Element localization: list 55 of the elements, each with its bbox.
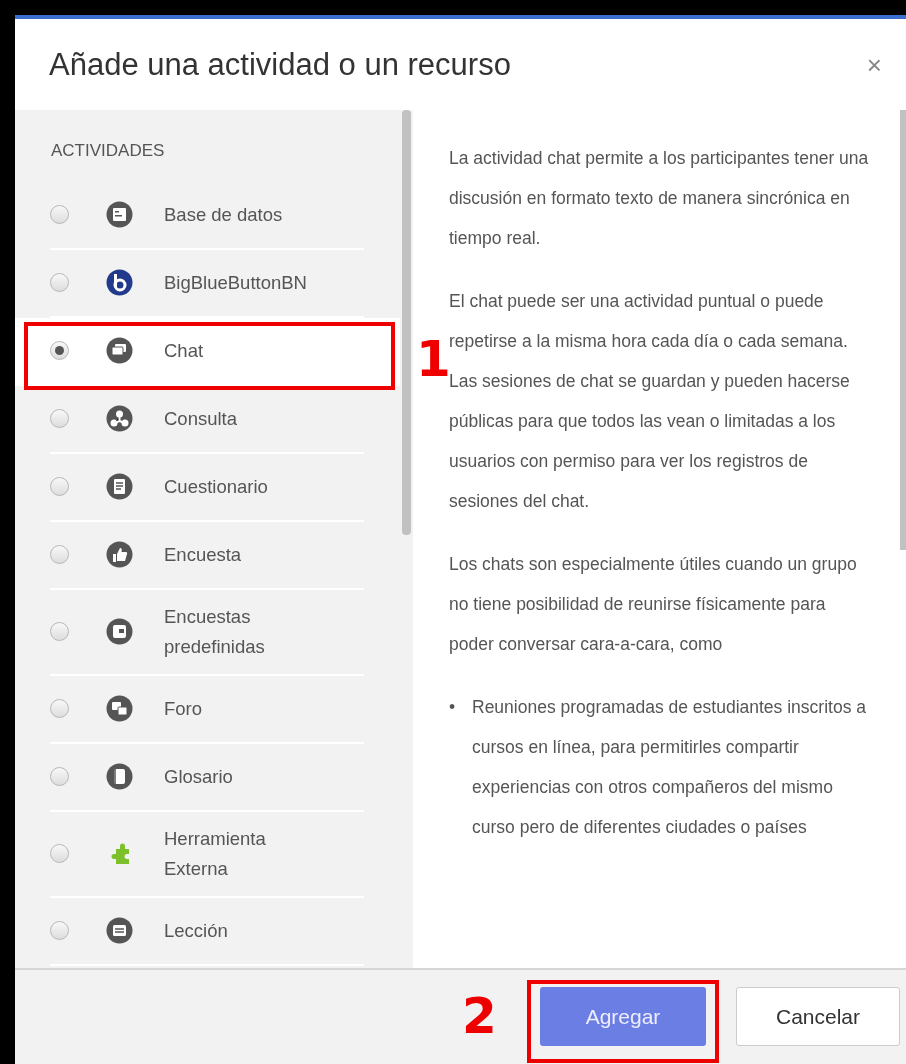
activity-item[interactable]: Consulta [50,385,364,454]
radio-button[interactable] [50,699,69,718]
radio-button[interactable] [50,477,69,496]
quiz-icon [106,473,133,500]
activity-label: Encuestas predefinidas [164,604,266,659]
radio-button[interactable] [50,545,69,564]
activity-item[interactable]: Chat [15,317,400,386]
survey-icon [106,618,133,645]
lesson-icon [106,917,133,944]
book-icon [106,763,133,790]
radio-button[interactable] [50,409,69,428]
activity-label: Encuesta [164,542,243,567]
cancel-button[interactable]: Cancelar [736,987,900,1046]
choice-icon [106,405,133,432]
bullet-item: Reuniones programadas de estudiantes inscritos a cursos en línea, para permitirles compartir experiencias con otros compañeros del mismo curso pero de diferentes ciudades o países [472,696,867,839]
step-number: 1 [416,333,451,384]
activity-item[interactable]: Herramienta Externa [50,811,364,898]
description-paragraph: La actividad chat permite a los participantes tener una discusión en formato texto de manera sincrónica en tiempo real. [449,147,870,250]
radio-button[interactable] [50,767,69,786]
radio-button[interactable] [50,205,69,224]
radio-button[interactable] [50,622,69,641]
radio-button[interactable] [50,273,69,292]
activity-label: Consulta [164,406,238,431]
activity-label: Foro [164,696,204,721]
database-icon [106,201,133,228]
radio-button[interactable] [50,341,69,360]
activity-label: Lección [164,918,229,943]
activity-label: Chat [164,338,205,363]
close-button[interactable]: × [862,51,886,78]
activity-item[interactable]: Lección [50,897,364,966]
activity-item[interactable]: Foro [50,675,364,744]
activity-item[interactable]: Base de datos [50,181,364,250]
description-paragraph: Los chats son especialmente útiles cuando un grupo no tiene posibilidad de reunirse físicamente para poder conversar cara-a-cara, como [449,553,858,656]
dialog-title: Añade una actividad o un recurso [49,45,511,84]
activity-label: BigBlueButtonBN [164,270,308,295]
thumbs-up-icon [106,541,133,568]
activity-item[interactable]: Cuestionario [50,453,364,522]
scrollbar-thumb[interactable] [402,110,411,535]
scrollbar-thumb[interactable] [900,110,906,550]
activity-item[interactable]: Encuestas predefinidas [50,589,364,676]
forum-icon [106,695,133,722]
activity-label: Cuestionario [164,474,269,499]
activity-item[interactable]: Glosario [50,743,364,812]
activity-label: Glosario [164,764,234,789]
video-conference-icon [106,269,133,296]
description-paragraph: El chat puede ser una actividad puntual o puede repetirse a la misma hora cada día o cada semana. Las sesiones de chat se guardan y pueden hacerse públicas para que todos las vean o limitadas a los usuarios con permiso para ver los registros de sesiones del chat. [449,290,851,513]
radio-button[interactable] [50,921,69,940]
bullet-marker: • [449,696,457,719]
radio-button[interactable] [50,844,69,863]
chat-icon [106,337,133,364]
activity-item[interactable]: Encuesta [50,521,364,590]
section-heading: ACTIVIDADES [50,140,166,162]
activity-label: Herramienta Externa [164,826,267,881]
step-number: 2 [462,991,497,1041]
activity-label: Base de datos [164,202,284,227]
